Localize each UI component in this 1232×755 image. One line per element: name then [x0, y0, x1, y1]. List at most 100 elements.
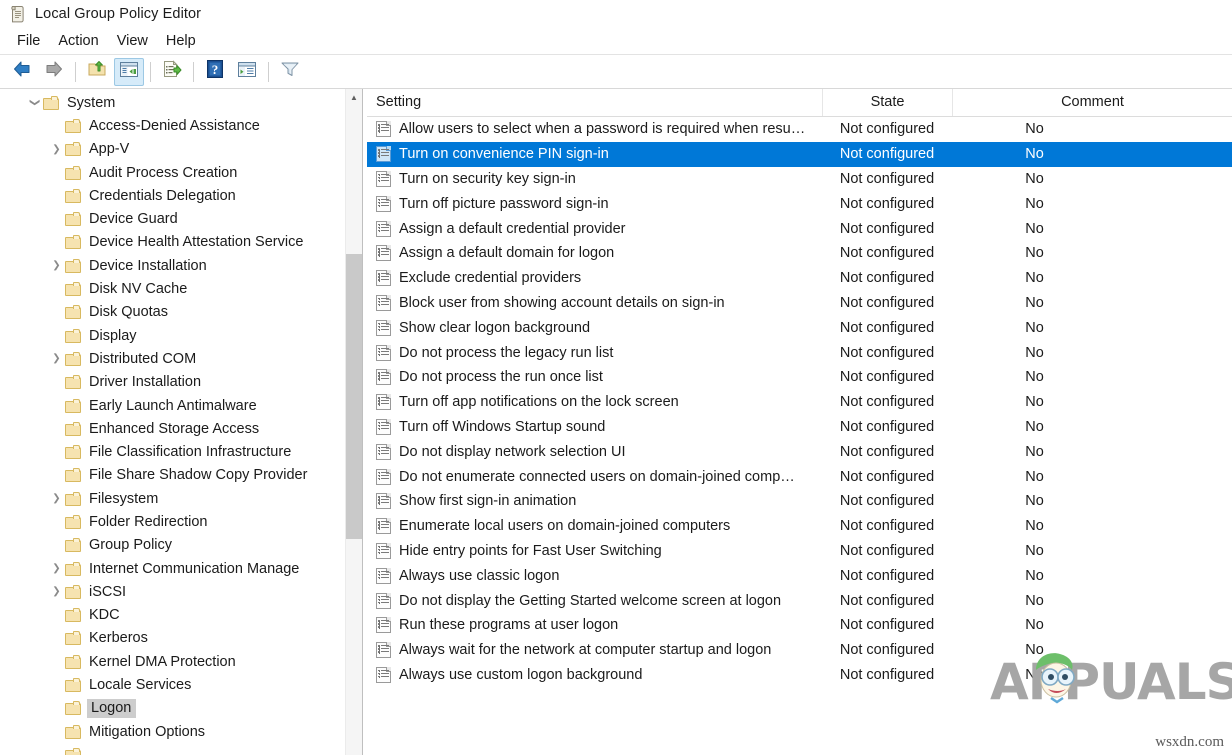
- settings-list-row[interactable]: Always wait for the network at computer …: [367, 638, 1232, 663]
- folder-icon: [65, 119, 82, 133]
- tree-item[interactable]: ❯Internet Communication Manage: [0, 557, 345, 580]
- menu-file[interactable]: File: [8, 30, 49, 52]
- console-tree-panel: ❯SystemAccess-Denied Assistance❯App-VAud…: [0, 89, 363, 755]
- settings-list-row[interactable]: Allow users to select when a password is…: [367, 117, 1232, 142]
- tree-item[interactable]: ❯Distributed COM: [0, 347, 345, 370]
- settings-list-row[interactable]: Do not display network selection UINot c…: [367, 439, 1232, 464]
- setting-name: Assign a default credential provider: [399, 221, 626, 237]
- menu-help[interactable]: Help: [157, 30, 205, 52]
- tree-item[interactable]: Locale Services: [0, 673, 345, 696]
- help-button[interactable]: ?: [200, 58, 230, 86]
- settings-list-row[interactable]: Show first sign-in animationNot configur…: [367, 489, 1232, 514]
- tree-item[interactable]: Disk Quotas: [0, 301, 345, 324]
- column-header-state[interactable]: State: [822, 89, 952, 116]
- tree-item[interactable]: File Share Shadow Copy Provider: [0, 464, 345, 487]
- tree-item[interactable]: Mitigation Options: [0, 720, 345, 743]
- list-column-headers: Setting State Comment: [367, 89, 1232, 117]
- column-header-comment[interactable]: Comment: [952, 89, 1232, 116]
- console-tree[interactable]: ❯SystemAccess-Denied Assistance❯App-VAud…: [0, 89, 345, 755]
- tree-item[interactable]: Group Policy: [0, 534, 345, 557]
- tree-item[interactable]: Access-Denied Assistance: [0, 114, 345, 137]
- chevron-right-icon[interactable]: ❯: [48, 260, 65, 271]
- tree-item[interactable]: Driver Installation: [0, 371, 345, 394]
- setting-cell: Allow users to select when a password is…: [367, 121, 822, 137]
- setting-name: Exclude credential providers: [399, 270, 581, 286]
- settings-list-row[interactable]: Show clear logon backgroundNot configure…: [367, 315, 1232, 340]
- state-cell: Not configured: [822, 394, 952, 410]
- tree-item[interactable]: ❯Filesystem: [0, 487, 345, 510]
- scroll-up-arrow-icon[interactable]: ▲: [346, 89, 362, 105]
- tree-item[interactable]: Logon: [0, 697, 345, 720]
- chevron-right-icon[interactable]: ❯: [48, 586, 65, 597]
- settings-list-row[interactable]: Turn on security key sign-inNot configur…: [367, 167, 1232, 192]
- tree-item[interactable]: Device Health Attestation Service: [0, 231, 345, 254]
- tree-vertical-scrollbar[interactable]: ▲: [345, 89, 362, 755]
- policy-setting-icon: [376, 394, 391, 410]
- forward-button[interactable]: [39, 58, 69, 86]
- chevron-right-icon[interactable]: ❯: [48, 144, 65, 155]
- tree-item-label: Disk Quotas: [89, 304, 172, 320]
- tree-item[interactable]: Folder Redirection: [0, 510, 345, 533]
- settings-list-row[interactable]: Always use custom logon backgroundNot co…: [367, 663, 1232, 688]
- tree-item[interactable]: File Classification Infrastructure: [0, 440, 345, 463]
- scrollbar-thumb[interactable]: [346, 254, 362, 539]
- back-button[interactable]: [7, 58, 37, 86]
- setting-cell: Do not process the run once list: [367, 369, 822, 385]
- comment-cell: No: [952, 345, 1232, 361]
- tree-item[interactable]: Kernel DMA Protection: [0, 650, 345, 673]
- settings-list-row[interactable]: Block user from showing account details …: [367, 291, 1232, 316]
- tree-item[interactable]: ❯System: [0, 91, 345, 114]
- tree-item[interactable]: KDC: [0, 604, 345, 627]
- settings-list-row[interactable]: Turn off app notifications on the lock s…: [367, 390, 1232, 415]
- tree-item[interactable]: Device Guard: [0, 207, 345, 230]
- tree-item[interactable]: Enhanced Storage Access: [0, 417, 345, 440]
- settings-list[interactable]: Allow users to select when a password is…: [367, 117, 1232, 755]
- settings-list-row[interactable]: Turn on convenience PIN sign-inNot confi…: [367, 142, 1232, 167]
- tree-item[interactable]: ❯iSCSI: [0, 580, 345, 603]
- menu-view[interactable]: View: [108, 30, 157, 52]
- show-action-pane-button[interactable]: [232, 58, 262, 86]
- settings-list-row[interactable]: Hide entry points for Fast User Switchin…: [367, 539, 1232, 564]
- tree-item[interactable]: Disk NV Cache: [0, 277, 345, 300]
- settings-list-row[interactable]: Exclude credential providersNot configur…: [367, 266, 1232, 291]
- state-cell: Not configured: [822, 369, 952, 385]
- settings-list-row[interactable]: Do not display the Getting Started welco…: [367, 588, 1232, 613]
- settings-list-row[interactable]: Always use classic logonNot configuredNo: [367, 563, 1232, 588]
- chevron-right-icon[interactable]: ❯: [48, 353, 65, 364]
- settings-list-row[interactable]: Do not process the run once listNot conf…: [367, 365, 1232, 390]
- column-header-setting[interactable]: Setting: [367, 89, 822, 116]
- settings-list-row[interactable]: Assign a default domain for logonNot con…: [367, 241, 1232, 266]
- tree-item[interactable]: Early Launch Antimalware: [0, 394, 345, 417]
- export-list-button[interactable]: [157, 58, 187, 86]
- tree-item[interactable]: Credentials Delegation: [0, 184, 345, 207]
- state-cell: Not configured: [822, 568, 952, 584]
- setting-name: Allow users to select when a password is…: [399, 121, 805, 137]
- folder-icon: [65, 212, 82, 226]
- settings-list-row[interactable]: Turn off picture password sign-inNot con…: [367, 191, 1232, 216]
- settings-list-row[interactable]: Run these programs at user logonNot conf…: [367, 613, 1232, 638]
- toolbar-separator: [150, 62, 151, 82]
- tree-item[interactable]: Display: [0, 324, 345, 347]
- chevron-down-icon[interactable]: ❯: [29, 94, 40, 111]
- up-one-level-button[interactable]: [82, 58, 112, 86]
- tree-item[interactable]: ❯Device Installation: [0, 254, 345, 277]
- tree-item[interactable]: [0, 743, 345, 755]
- settings-list-row[interactable]: Do not process the legacy run listNot co…: [367, 340, 1232, 365]
- menu-action[interactable]: Action: [49, 30, 107, 52]
- state-cell: Not configured: [822, 642, 952, 658]
- tree-item[interactable]: ❯App-V: [0, 138, 345, 161]
- show-hide-console-tree-button[interactable]: [114, 58, 144, 86]
- settings-list-row[interactable]: Do not enumerate connected users on doma…: [367, 464, 1232, 489]
- tree-item[interactable]: Audit Process Creation: [0, 161, 345, 184]
- setting-cell: Turn off Windows Startup sound: [367, 419, 822, 435]
- filter-button[interactable]: [275, 58, 305, 86]
- chevron-right-icon[interactable]: ❯: [48, 563, 65, 574]
- settings-list-row[interactable]: Turn off Windows Startup soundNot config…: [367, 415, 1232, 440]
- comment-cell: No: [952, 171, 1232, 187]
- folder-icon: [65, 631, 82, 645]
- settings-list-row[interactable]: Assign a default credential providerNot …: [367, 216, 1232, 241]
- tree-item[interactable]: Kerberos: [0, 627, 345, 650]
- chevron-right-icon[interactable]: ❯: [48, 493, 65, 504]
- settings-list-row[interactable]: Enumerate local users on domain-joined c…: [367, 514, 1232, 539]
- folder-icon: [65, 701, 82, 715]
